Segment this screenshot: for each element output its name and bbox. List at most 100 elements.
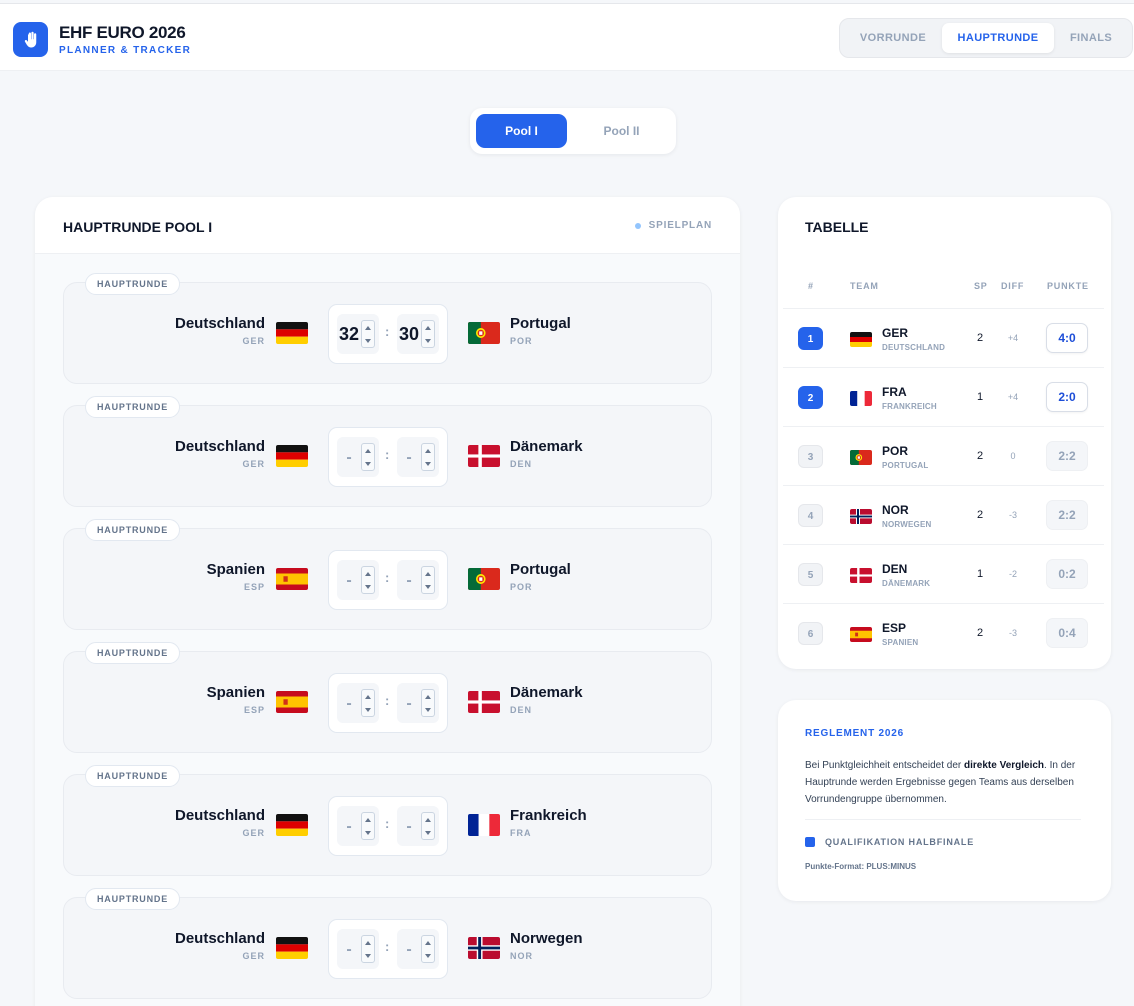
goal-difference: -3 bbox=[1008, 628, 1017, 638]
away-score-input[interactable]: - bbox=[397, 437, 439, 477]
divider bbox=[805, 819, 1081, 820]
home-team-name: Deutschland bbox=[174, 930, 265, 947]
score-entry: -: - bbox=[328, 919, 448, 979]
stepper-up-icon[interactable] bbox=[425, 817, 431, 822]
away-score-input[interactable]: - bbox=[397, 929, 439, 969]
match-card: HAUPTRUNDE Spanien ESP -: - Dänemark DEN bbox=[63, 642, 712, 753]
stepper-down-icon[interactable] bbox=[425, 707, 431, 712]
team-name: PORTUGAL bbox=[882, 461, 929, 470]
stepper-up-icon[interactable] bbox=[365, 448, 371, 453]
away-score-stepper[interactable] bbox=[421, 566, 435, 594]
home-team: Deutschland GER bbox=[175, 930, 265, 961]
home-team-code: GER bbox=[242, 459, 265, 469]
tab-hauptrunde[interactable]: HAUPTRUNDE bbox=[942, 23, 1054, 53]
pool-i-button[interactable]: Pool I bbox=[476, 114, 567, 148]
home-score-input[interactable]: - bbox=[337, 560, 379, 600]
away-score-input[interactable]: 30 bbox=[397, 314, 439, 354]
away-team-code: DEN bbox=[510, 459, 533, 469]
home-flag-icon bbox=[276, 937, 308, 959]
away-team-code: POR bbox=[510, 582, 533, 592]
away-score-input[interactable]: - bbox=[397, 560, 439, 600]
standings-title: TABELLE bbox=[805, 219, 869, 235]
home-score-input[interactable]: - bbox=[337, 806, 379, 846]
stepper-down-icon[interactable] bbox=[365, 461, 371, 466]
home-score-input[interactable]: - bbox=[337, 437, 379, 477]
team-code: FRA bbox=[882, 385, 907, 399]
away-score-value: - bbox=[406, 695, 412, 712]
stepper-down-icon[interactable] bbox=[365, 338, 371, 343]
home-score-input[interactable]: 32 bbox=[337, 314, 379, 354]
stepper-down-icon[interactable] bbox=[365, 953, 371, 958]
away-score-value: - bbox=[406, 572, 412, 589]
home-score-value: - bbox=[346, 941, 352, 958]
stepper-up-icon[interactable] bbox=[425, 571, 431, 576]
stepper-down-icon[interactable] bbox=[425, 584, 431, 589]
home-score-stepper[interactable] bbox=[361, 443, 375, 471]
home-flag-icon bbox=[276, 568, 308, 590]
home-team-code: ESP bbox=[243, 582, 265, 592]
pool-ii-button[interactable]: Pool II bbox=[576, 114, 667, 148]
stepper-up-icon[interactable] bbox=[365, 694, 371, 699]
away-flag-icon bbox=[468, 568, 500, 590]
score-entry: -: - bbox=[328, 550, 448, 610]
stepper-down-icon[interactable] bbox=[425, 461, 431, 466]
stepper-down-icon[interactable] bbox=[365, 584, 371, 589]
home-score-stepper[interactable] bbox=[361, 320, 375, 348]
away-score-stepper[interactable] bbox=[421, 443, 435, 471]
away-team: Norwegen NOR bbox=[510, 930, 583, 961]
away-flag-icon bbox=[468, 937, 500, 959]
team-flag-icon bbox=[850, 332, 872, 347]
away-score-value: - bbox=[406, 818, 412, 835]
away-score-input[interactable]: - bbox=[397, 806, 439, 846]
team-name: SPANIEN bbox=[882, 638, 919, 647]
stepper-up-icon[interactable] bbox=[425, 940, 431, 945]
col-points: PUNKTE bbox=[1047, 281, 1089, 291]
tab-vorrunde[interactable]: VORRUNDE bbox=[844, 23, 942, 53]
away-score-value: - bbox=[406, 449, 412, 466]
rank-badge: 2 bbox=[798, 386, 823, 409]
games-played: 1 bbox=[976, 568, 984, 580]
away-team-code: DEN bbox=[510, 705, 533, 715]
points-badge: 0:4 bbox=[1046, 618, 1088, 648]
stepper-up-icon[interactable] bbox=[425, 325, 431, 330]
table-row: 4 NOR NORWEGEN 2 -3 2:2 bbox=[783, 485, 1104, 544]
tab-finals[interactable]: FINALS bbox=[1054, 23, 1128, 53]
stepper-up-icon[interactable] bbox=[425, 448, 431, 453]
away-score-input[interactable]: - bbox=[397, 683, 439, 723]
away-team-name: Portugal bbox=[510, 561, 571, 578]
team-code: DEN bbox=[882, 562, 908, 576]
home-score-stepper[interactable] bbox=[361, 566, 375, 594]
stepper-down-icon[interactable] bbox=[365, 830, 371, 835]
status-dot-icon bbox=[634, 222, 641, 229]
away-score-stepper[interactable] bbox=[421, 689, 435, 717]
stepper-up-icon[interactable] bbox=[425, 694, 431, 699]
points-format: Punkte-Format: PLUS:MINUS bbox=[805, 862, 917, 871]
home-score-value: - bbox=[346, 818, 352, 835]
home-team-code: ESP bbox=[243, 705, 265, 715]
stepper-down-icon[interactable] bbox=[425, 830, 431, 835]
home-score-value: - bbox=[346, 695, 352, 712]
home-score-stepper[interactable] bbox=[361, 812, 375, 840]
match-card: HAUPTRUNDE Deutschland GER -: - Norwegen NOR bbox=[63, 888, 712, 999]
team-code: POR bbox=[882, 444, 909, 458]
team-name: FRANKREICH bbox=[882, 402, 937, 411]
stepper-up-icon[interactable] bbox=[365, 325, 371, 330]
stepper-down-icon[interactable] bbox=[425, 338, 431, 343]
stepper-up-icon[interactable] bbox=[365, 940, 371, 945]
away-score-stepper[interactable] bbox=[421, 320, 435, 348]
pool-switch: Pool I Pool II bbox=[470, 108, 676, 154]
away-score-stepper[interactable] bbox=[421, 812, 435, 840]
rules-title: REGLEMENT 2026 bbox=[805, 728, 905, 739]
points-badge: 0:2 bbox=[1046, 559, 1088, 589]
home-score-stepper[interactable] bbox=[361, 935, 375, 963]
home-score-input[interactable]: - bbox=[337, 683, 379, 723]
away-score-stepper[interactable] bbox=[421, 935, 435, 963]
stepper-up-icon[interactable] bbox=[365, 571, 371, 576]
round-badge: HAUPTRUNDE bbox=[85, 888, 180, 910]
stepper-down-icon[interactable] bbox=[425, 953, 431, 958]
stepper-down-icon[interactable] bbox=[365, 707, 371, 712]
stepper-up-icon[interactable] bbox=[365, 817, 371, 822]
home-score-stepper[interactable] bbox=[361, 689, 375, 717]
home-score-input[interactable]: - bbox=[337, 929, 379, 969]
games-played: 2 bbox=[976, 332, 984, 344]
